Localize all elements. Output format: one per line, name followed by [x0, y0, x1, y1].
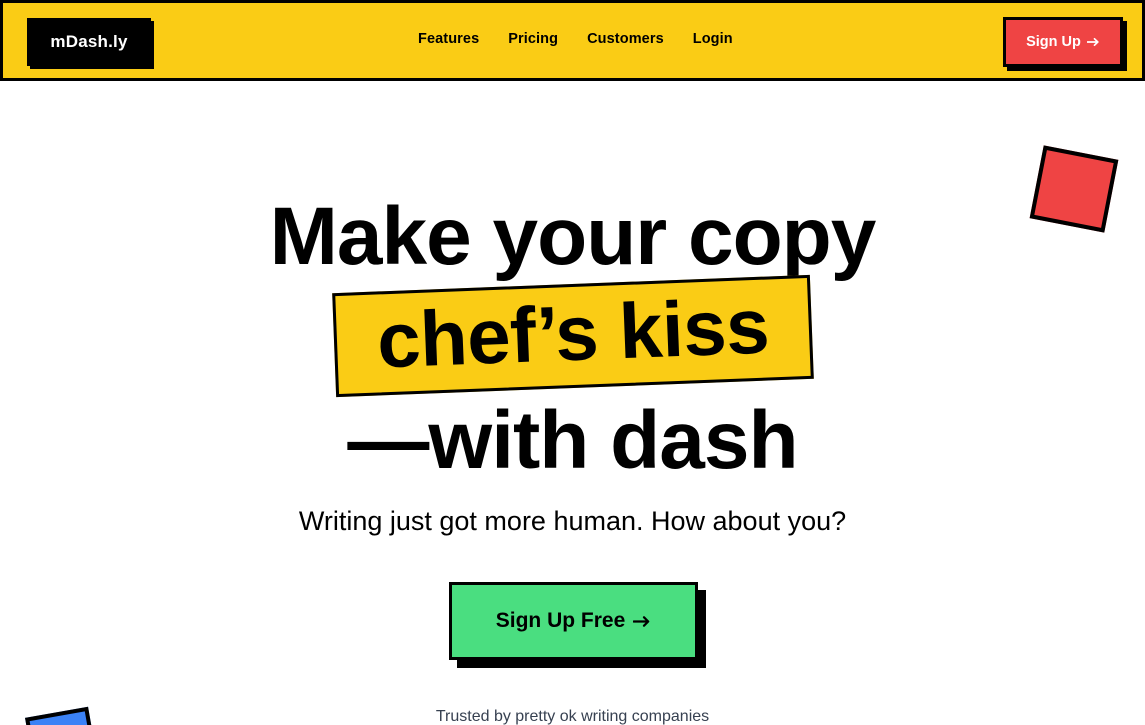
signup-free-button[interactable]: Sign Up Free — [449, 582, 698, 660]
signup-free-label: Sign Up Free — [495, 609, 626, 632]
nav-link-login[interactable]: Login — [693, 31, 733, 47]
trusted-companies-text: Trusted by pretty ok writing companies — [435, 708, 710, 725]
nav-link-features[interactable]: Features — [418, 31, 479, 47]
header-signup-label: Sign Up — [1026, 34, 1081, 50]
nav-link-customers[interactable]: Customers — [587, 31, 664, 47]
nav-link-pricing[interactable]: Pricing — [508, 31, 558, 47]
headline-line-2: chef’s kiss — [375, 281, 771, 385]
arrow-right-icon — [633, 615, 651, 628]
landing-page: mDash.ly Features Pricing Customers Logi… — [0, 0, 1145, 725]
headline-line-1: Make your copy — [269, 191, 877, 282]
main-navigation: Features Pricing Customers Login — [418, 31, 733, 47]
headline-line-3: —with dash — [347, 395, 798, 486]
top-navbar: mDash.ly Features Pricing Customers Logi… — [0, 0, 1145, 81]
arrow-right-icon — [1086, 37, 1100, 47]
header-signup-button[interactable]: Sign Up — [1003, 17, 1123, 67]
hero-subtitle: Writing just got more human. How about y… — [298, 506, 847, 536]
logo[interactable]: mDash.ly — [27, 18, 151, 66]
